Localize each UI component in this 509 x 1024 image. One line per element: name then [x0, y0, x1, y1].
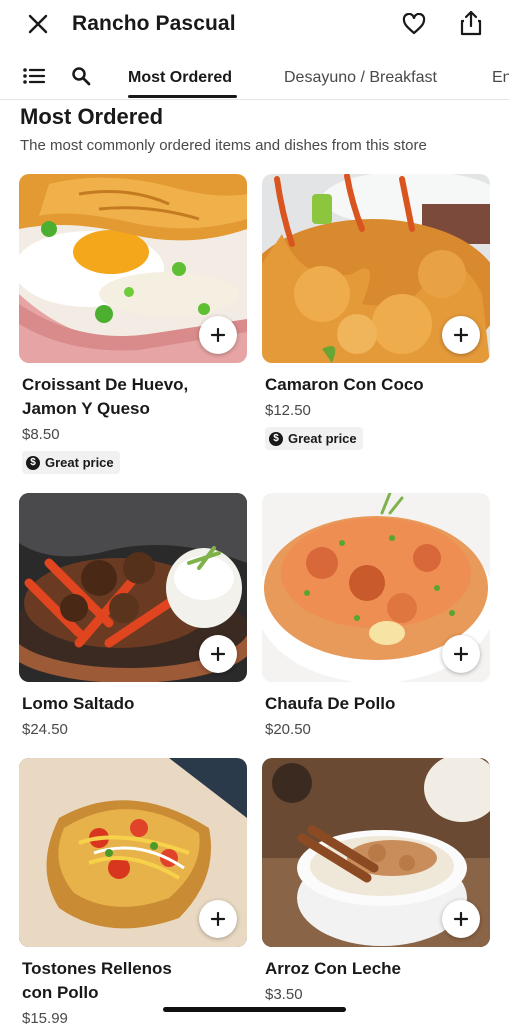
plus-icon [454, 328, 468, 342]
plus-icon [454, 912, 468, 926]
item-name[interactable]: Arroz Con Leche [265, 957, 495, 981]
plus-icon [211, 647, 225, 661]
item-name-line: Camaron Con Coco [265, 375, 424, 394]
item-name[interactable]: Lomo Saltado [22, 692, 252, 716]
item-name[interactable]: Chaufa De Pollo [265, 692, 495, 716]
item-image-camaron[interactable] [262, 174, 490, 363]
dollar-icon: $ [269, 431, 283, 446]
item-price: $15.99 [22, 1010, 68, 1024]
badge-label: Great price [288, 431, 357, 446]
item-name-line: Lomo Saltado [22, 694, 135, 713]
tab-en[interactable]: En [492, 69, 509, 87]
tab-most-ordered[interactable]: Most Ordered [128, 69, 232, 87]
heart-icon[interactable] [398, 8, 430, 40]
item-image-croissant[interactable] [19, 174, 247, 363]
add-item-button[interactable] [199, 316, 237, 354]
add-item-button[interactable] [442, 900, 480, 938]
search-icon[interactable] [68, 62, 94, 90]
section-subtitle: The most commonly ordered items and dish… [20, 137, 427, 154]
top-bar: Rancho Pascual [0, 0, 509, 52]
add-item-button[interactable] [199, 635, 237, 673]
item-name-line: Tostones Rellenos [22, 959, 172, 978]
item-name-line: Chaufa De Pollo [265, 694, 396, 713]
close-icon[interactable] [22, 8, 54, 40]
item-price: $3.50 [265, 986, 303, 1003]
item-name[interactable]: Tostones Rellenos con Pollo [22, 957, 252, 1005]
plus-icon [211, 328, 225, 342]
tab-desayuno-breakfast[interactable]: Desayuno / Breakfast [284, 69, 437, 87]
item-price: $24.50 [22, 721, 68, 738]
item-image-chaufa-de-pollo[interactable] [262, 493, 490, 682]
add-item-button[interactable] [442, 635, 480, 673]
item-name-line: con Pollo [22, 983, 99, 1002]
badge-label: Great price [45, 455, 114, 470]
item-name-line: Croissant De Huevo, [22, 375, 189, 394]
item-name[interactable]: Camaron Con Coco [265, 373, 495, 397]
dollar-icon: $ [26, 455, 40, 470]
store-title: Rancho Pascual [72, 12, 236, 35]
add-item-button[interactable] [442, 316, 480, 354]
category-tab-bar: Most Ordered Desayuno / Breakfast En [0, 58, 509, 100]
item-price: $12.50 [265, 402, 311, 419]
add-item-button[interactable] [199, 900, 237, 938]
item-price: $20.50 [265, 721, 311, 738]
plus-icon [211, 912, 225, 926]
share-icon[interactable] [455, 6, 487, 40]
active-tab-indicator [128, 95, 237, 98]
item-name[interactable]: Croissant De Huevo, Jamon Y Queso [22, 373, 252, 421]
list-icon[interactable] [20, 62, 48, 90]
item-name-line: Arroz Con Leche [265, 959, 402, 978]
item-image-lomo-saltado[interactable] [19, 493, 247, 682]
item-image-arroz-con-leche[interactable] [262, 758, 490, 947]
home-indicator [163, 1007, 346, 1012]
section-title: Most Ordered [20, 104, 164, 129]
great-price-badge: $ Great price [22, 451, 120, 474]
great-price-badge: $ Great price [265, 427, 363, 450]
item-name-line: Jamon Y Queso [22, 399, 150, 418]
plus-icon [454, 647, 468, 661]
item-image-tostones-rellenos[interactable] [19, 758, 247, 947]
item-price: $8.50 [22, 426, 60, 443]
